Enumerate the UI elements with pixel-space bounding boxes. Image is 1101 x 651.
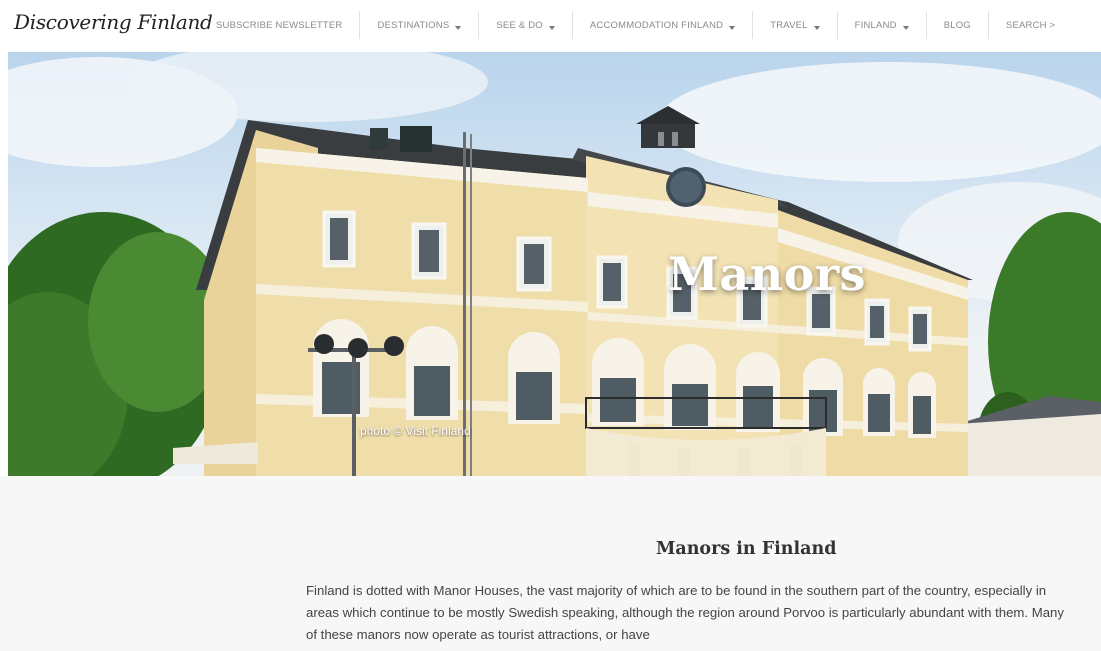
- nav-travel[interactable]: TRAVEL: [752, 11, 836, 39]
- article-heading: Manors in Finland: [656, 539, 837, 559]
- nav-search[interactable]: SEARCH >: [987, 11, 1072, 39]
- page-title: Manors: [668, 247, 866, 301]
- nav-finland[interactable]: FINLAND: [836, 11, 926, 39]
- site-logo[interactable]: Discovering Finland: [14, 10, 213, 34]
- chevron-down-icon: [455, 26, 462, 30]
- article-body: Finland is dotted with Manor Houses, the…: [306, 583, 1064, 642]
- chevron-down-icon: [813, 26, 820, 30]
- nav-see-and-do[interactable]: SEE & DO: [478, 11, 571, 39]
- main-content: Manors in Finland Finland is dotted with…: [0, 476, 1101, 651]
- site-header: Discovering Finland SUBSCRIBE NEWSLETTER…: [0, 0, 1101, 50]
- chevron-down-icon: [729, 26, 736, 30]
- nav-subscribe-newsletter[interactable]: SUBSCRIBE NEWSLETTER: [204, 11, 359, 39]
- nav-blog[interactable]: BLOG: [925, 11, 988, 39]
- nav-destinations[interactable]: DESTINATIONS: [359, 11, 478, 39]
- chevron-down-icon: [548, 26, 555, 30]
- photo-credit: photo © Visit Finland: [360, 424, 471, 438]
- manor-house-photo: [8, 52, 1101, 476]
- chevron-down-icon: [902, 26, 909, 30]
- hero-banner: Manors photo © Visit Finland: [8, 52, 1101, 476]
- nav-accommodation-finland[interactable]: ACCOMMODATION FINLAND: [571, 11, 752, 39]
- main-nav: SUBSCRIBE NEWSLETTER DESTINATIONS SEE & …: [204, 0, 1072, 50]
